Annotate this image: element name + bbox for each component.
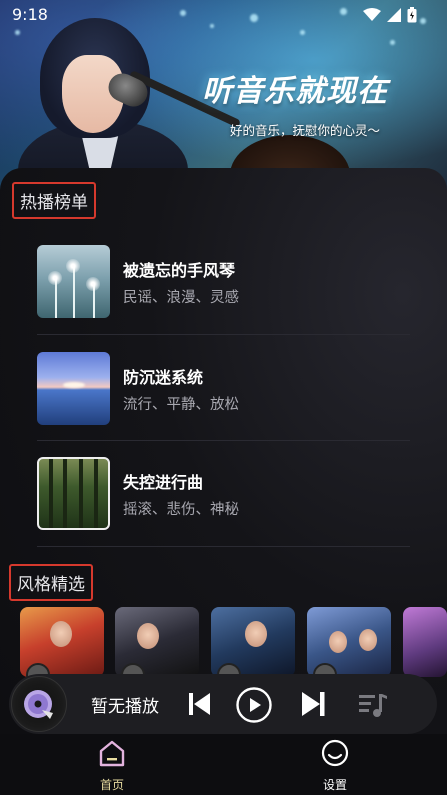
- mini-player[interactable]: 暂无播放: [9, 674, 437, 734]
- song-cover: [37, 457, 110, 530]
- skip-next-icon: [302, 692, 325, 716]
- nav-settings[interactable]: 设置: [305, 738, 365, 793]
- nav-settings-label: 设置: [322, 778, 347, 792]
- divider: [37, 334, 410, 335]
- home-icon: [99, 740, 125, 767]
- style-card[interactable]: [115, 607, 199, 677]
- style-card[interactable]: [307, 607, 391, 677]
- album-disc[interactable]: [11, 676, 67, 732]
- style-card[interactable]: [20, 607, 104, 677]
- nav-home[interactable]: 首页: [82, 738, 142, 793]
- song-title: 防沉迷系统: [123, 368, 204, 387]
- bottom-nav: 首页 设置: [0, 734, 447, 795]
- song-tags: 摇滚、悲伤、神秘: [123, 502, 239, 518]
- playlist-button[interactable]: [357, 686, 389, 722]
- skip-previous-icon: [189, 693, 210, 715]
- song-title: 被遗忘的手风琴: [123, 261, 236, 280]
- song-item[interactable]: 防沉迷系统 流行、平静、放松: [37, 352, 410, 426]
- battery-icon: [407, 7, 417, 23]
- divider: [37, 546, 410, 547]
- player-status: 暂无播放: [91, 697, 159, 717]
- playlist-icon: [359, 694, 387, 717]
- wifi-icon: [363, 8, 381, 21]
- smiley-settings-icon: [321, 739, 349, 767]
- song-cover: [37, 352, 110, 425]
- nav-home-label: 首页: [99, 778, 124, 792]
- song-cover: [37, 245, 110, 318]
- song-item[interactable]: 被遗忘的手风琴 民谣、浪漫、灵感: [37, 245, 410, 319]
- divider: [37, 440, 410, 441]
- song-item[interactable]: 失控进行曲 摇滚、悲伤、神秘: [37, 457, 410, 531]
- song-tags: 民谣、浪漫、灵感: [123, 290, 239, 306]
- style-section-title: 风格精选: [9, 564, 93, 601]
- hero-subtitle: 好的音乐，抚慰你的心灵～: [230, 123, 381, 138]
- previous-button[interactable]: [187, 686, 213, 722]
- song-title: 失控进行曲: [123, 473, 204, 492]
- next-button[interactable]: [299, 686, 327, 722]
- style-card[interactable]: [403, 607, 447, 677]
- song-tags: 流行、平静、放松: [123, 397, 239, 413]
- status-time: 9:18: [12, 5, 48, 24]
- signal-icon: [387, 8, 401, 22]
- app-screen: 听音乐就现在 好的音乐，抚慰你的心灵～ 9:18 热播榜单 被遗忘的手风琴 民谣…: [0, 0, 447, 795]
- play-icon: [236, 687, 272, 723]
- style-carousel[interactable]: [20, 607, 447, 677]
- status-bar: 9:18: [0, 0, 447, 32]
- hero-title: 听音乐就现在: [202, 74, 388, 109]
- style-card[interactable]: [211, 607, 295, 677]
- play-button[interactable]: [235, 686, 273, 724]
- music-disc-icon: [24, 690, 53, 719]
- hot-chart-title: 热播榜单: [12, 182, 96, 219]
